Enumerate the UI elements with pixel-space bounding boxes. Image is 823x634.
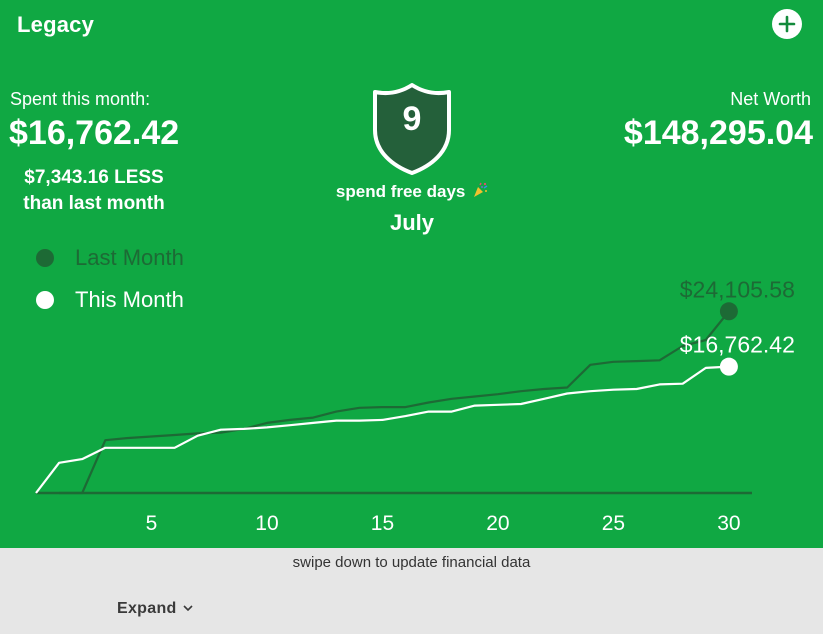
x-tick-label: 30 xyxy=(717,512,740,535)
x-tick-label: 15 xyxy=(371,512,394,535)
spending-chart: 5 10 15 20 25 30 $24,105.58 $16,762.42 xyxy=(35,276,795,535)
chevron-down-icon xyxy=(183,605,193,611)
x-tick-label: 5 xyxy=(146,512,158,535)
series-end-point-last-month xyxy=(719,302,738,321)
series-line-last-month xyxy=(59,310,730,495)
x-tick-label: 10 xyxy=(255,512,278,535)
x-tick-label: 20 xyxy=(486,512,509,535)
refresh-hint: swipe down to update financial data xyxy=(292,554,531,571)
expand-label: Expand xyxy=(117,600,177,617)
series-end-label-last-month: $24,105.58 xyxy=(680,276,795,302)
expand-button[interactable]: Expand xyxy=(117,600,193,618)
series-line-this-month xyxy=(35,365,729,494)
x-tick-label: 25 xyxy=(602,512,625,535)
series-end-label-this-month: $16,762.42 xyxy=(680,332,795,358)
series-end-point-this-month xyxy=(719,357,738,376)
